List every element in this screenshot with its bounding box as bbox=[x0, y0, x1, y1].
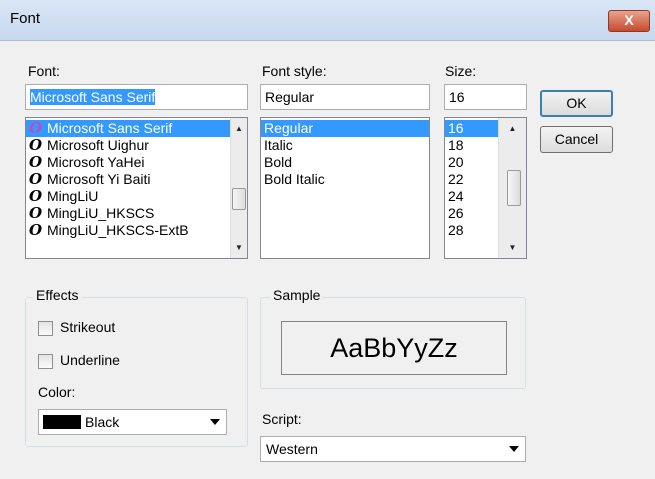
font-list-item-label: MingLiU_HKSCS bbox=[47, 205, 155, 221]
strikeout-checkbox[interactable] bbox=[38, 321, 53, 336]
opentype-font-icon: O bbox=[29, 204, 43, 222]
font-list-item[interactable]: O MingLiU_HKSCS-ExtB bbox=[26, 222, 230, 239]
font-list-item[interactable]: O Microsoft Yi Baiti bbox=[26, 171, 230, 188]
scroll-thumb[interactable] bbox=[507, 170, 521, 206]
underline-label[interactable]: Underline bbox=[60, 352, 120, 368]
color-swatch bbox=[43, 415, 81, 429]
size-list[interactable]: 16 18 20 22 24 26 28 ▲ ▼ bbox=[444, 117, 527, 259]
size-input[interactable]: 16 bbox=[444, 84, 527, 110]
font-list-item-label: MingLiU bbox=[47, 188, 99, 204]
font-style-list-item[interactable]: Italic bbox=[261, 137, 429, 154]
color-value: Black bbox=[85, 414, 120, 430]
opentype-font-icon: O bbox=[29, 187, 43, 205]
cancel-button[interactable]: Cancel bbox=[540, 126, 613, 153]
scroll-down-arrow-icon[interactable]: ▼ bbox=[499, 239, 526, 256]
opentype-font-icon: O bbox=[29, 153, 43, 171]
font-input-value: Microsoft Sans Serif bbox=[30, 89, 156, 105]
font-list-item[interactable]: O MingLiU_HKSCS bbox=[26, 205, 230, 222]
font-list[interactable]: O Microsoft Sans Serif O Microsoft Uighur … bbox=[25, 117, 248, 259]
font-list-item[interactable]: O MingLiU bbox=[26, 188, 230, 205]
scroll-thumb[interactable] bbox=[232, 188, 246, 210]
scroll-up-arrow-icon[interactable]: ▲ bbox=[231, 120, 247, 137]
font-list-item[interactable]: O Microsoft Sans Serif bbox=[26, 120, 230, 137]
font-style-list-item[interactable]: Regular bbox=[261, 120, 429, 137]
font-list-item[interactable]: O Microsoft YaHei bbox=[26, 154, 230, 171]
dropdown-arrow-icon bbox=[210, 419, 220, 425]
font-list-item-label: MingLiU_HKSCS-ExtB bbox=[47, 222, 189, 238]
sample-preview: AaBbYyZz bbox=[281, 321, 507, 375]
font-style-list[interactable]: Regular Italic Bold Bold Italic bbox=[260, 117, 430, 259]
dropdown-arrow-icon bbox=[509, 446, 519, 452]
font-style-label: Font style: bbox=[262, 63, 327, 79]
opentype-font-icon: O bbox=[29, 136, 43, 154]
ok-button[interactable]: OK bbox=[540, 90, 613, 117]
sample-label: Sample bbox=[270, 287, 324, 303]
color-label: Color: bbox=[38, 384, 76, 400]
close-button[interactable]: X bbox=[608, 10, 650, 32]
scroll-down-arrow-icon[interactable]: ▼ bbox=[231, 239, 247, 256]
font-list-item-label: Microsoft Uighur bbox=[47, 137, 149, 153]
font-list-scrollbar[interactable]: ▲ ▼ bbox=[230, 118, 247, 258]
strikeout-label[interactable]: Strikeout bbox=[60, 319, 115, 335]
font-input[interactable]: Microsoft Sans Serif bbox=[25, 84, 248, 110]
font-list-item-label: Microsoft Yi Baiti bbox=[47, 171, 151, 187]
size-list-scrollbar[interactable]: ▲ ▼ bbox=[498, 118, 526, 258]
size-label: Size: bbox=[445, 63, 477, 79]
close-icon: X bbox=[624, 12, 634, 28]
font-style-input[interactable]: Regular bbox=[260, 84, 430, 110]
font-list-item-label: Microsoft Sans Serif bbox=[47, 120, 173, 136]
script-value: Western bbox=[266, 441, 318, 457]
scroll-up-arrow-icon[interactable]: ▲ bbox=[499, 120, 526, 137]
script-select[interactable]: Western bbox=[260, 436, 526, 462]
font-list-item-label: Microsoft YaHei bbox=[47, 154, 145, 170]
opentype-font-icon: O bbox=[29, 119, 43, 137]
effects-label: Effects bbox=[33, 287, 82, 303]
font-list-item[interactable]: O Microsoft Uighur bbox=[26, 137, 230, 154]
font-style-list-item[interactable]: Bold bbox=[261, 154, 429, 171]
window-title: Font bbox=[10, 10, 41, 27]
script-label: Script: bbox=[262, 411, 302, 427]
opentype-font-icon: O bbox=[29, 221, 43, 239]
opentype-font-icon: O bbox=[29, 170, 43, 188]
font-label: Font: bbox=[28, 63, 60, 79]
font-style-list-item[interactable]: Bold Italic bbox=[261, 171, 429, 188]
underline-checkbox[interactable] bbox=[38, 354, 53, 369]
title-bar: Font X bbox=[0, 0, 655, 41]
color-select[interactable]: Black bbox=[38, 409, 227, 435]
